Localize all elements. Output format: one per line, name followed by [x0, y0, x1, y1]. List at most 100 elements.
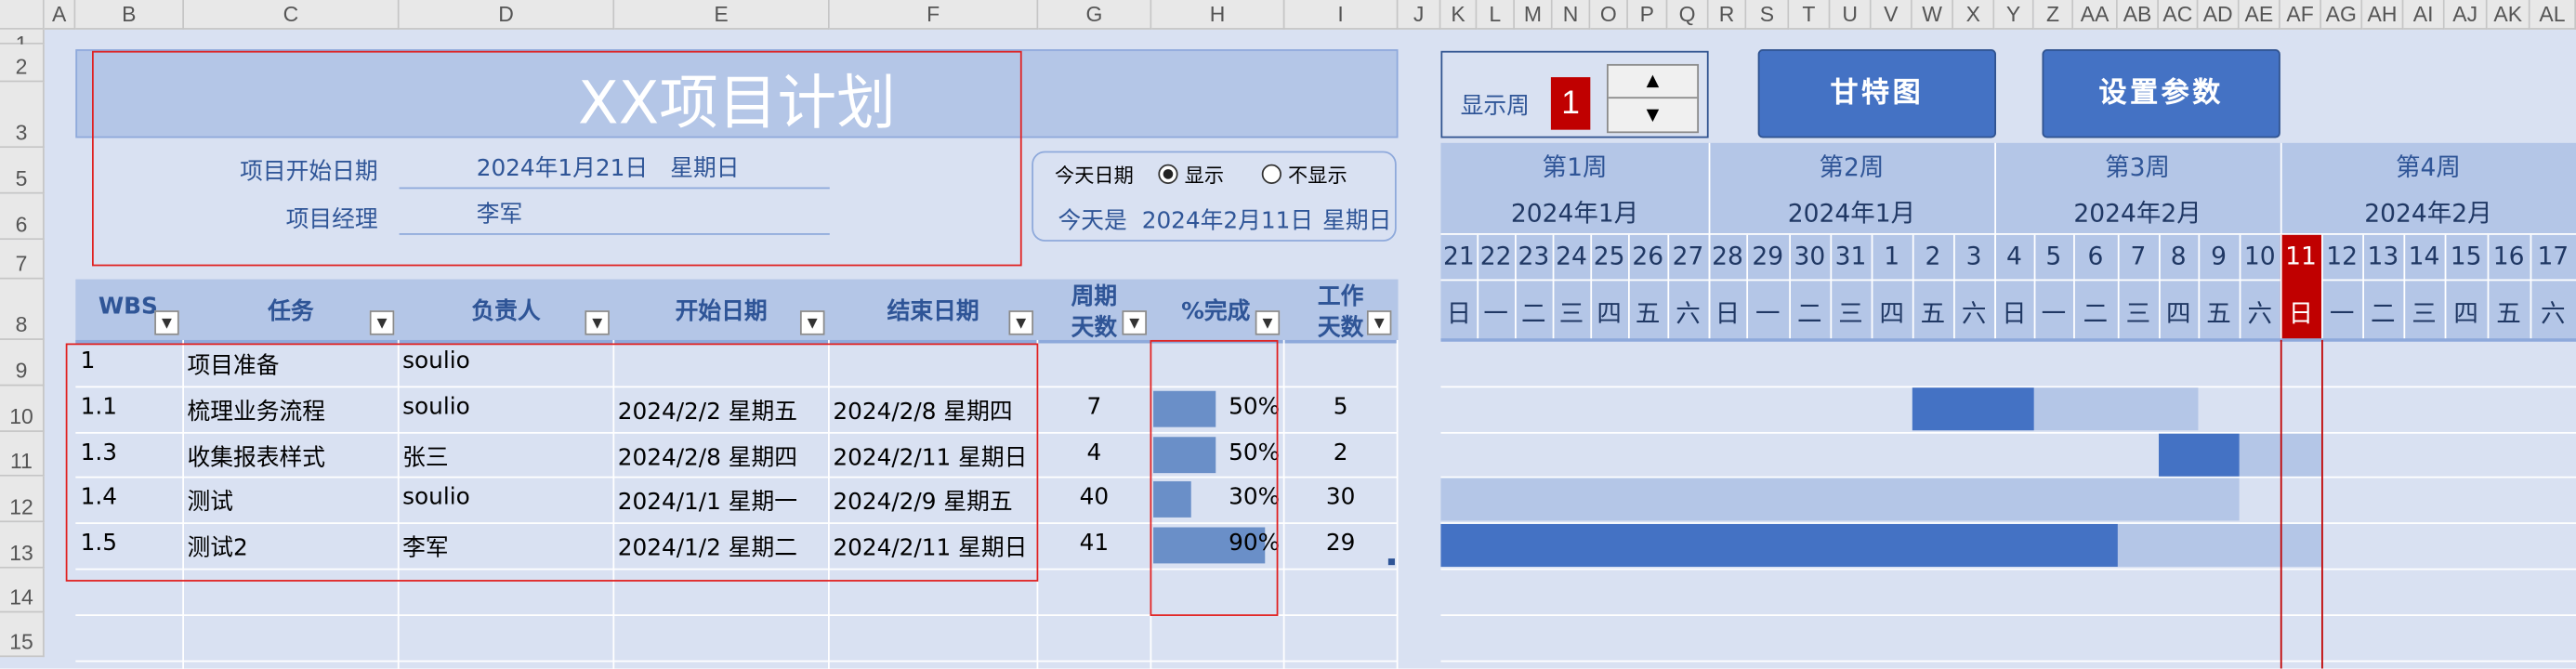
column-header[interactable]: D: [399, 0, 615, 30]
day-separator: [2073, 234, 2075, 340]
day-separator: [1871, 234, 1873, 340]
row-header[interactable]: 10: [0, 386, 45, 432]
column-header[interactable]: S: [1746, 0, 1790, 30]
row-header[interactable]: 2: [0, 44, 45, 83]
column-header[interactable]: AJ: [2444, 0, 2488, 30]
today-label: 今天日期: [1054, 164, 1134, 188]
radio-show[interactable]: [1158, 164, 1178, 185]
filter-owner-icon[interactable]: ▼: [585, 310, 610, 335]
day-separator: [2280, 234, 2282, 340]
cell-period[interactable]: 7: [1038, 394, 1150, 420]
column-header[interactable]: AD: [2198, 0, 2240, 30]
row-header[interactable]: 14: [0, 568, 45, 613]
column-header[interactable]: M: [1515, 0, 1553, 30]
cell-work[interactable]: 5: [1284, 394, 1396, 420]
column-header[interactable]: AB: [2117, 0, 2160, 30]
filter-start-icon[interactable]: ▼: [799, 310, 825, 335]
gantt-plan-bar[interactable]: [1440, 478, 2240, 521]
day-number: 28: [1712, 241, 1743, 271]
header-task: 任务: [268, 298, 314, 326]
cell-work[interactable]: 30: [1284, 485, 1396, 511]
spin-up-icon[interactable]: ▲: [1608, 66, 1698, 99]
column-header[interactable]: Q: [1667, 0, 1709, 30]
column-header[interactable]: V: [1871, 0, 1912, 30]
cell-work[interactable]: 2: [1284, 440, 1396, 466]
column-header[interactable]: O: [1590, 0, 1628, 30]
settings-button[interactable]: 设置参数: [2042, 49, 2280, 138]
column-header[interactable]: U: [1830, 0, 1872, 30]
column-header[interactable]: AC: [2159, 0, 2199, 30]
filter-end-icon[interactable]: ▼: [1008, 310, 1034, 335]
column-header[interactable]: K: [1440, 0, 1478, 30]
day-weekday: 四: [1597, 298, 1622, 329]
day-weekday: 六: [2541, 298, 2566, 329]
column-header[interactable]: F: [829, 0, 1039, 30]
row-header[interactable]: 11: [0, 431, 45, 477]
row-header[interactable]: 8: [0, 279, 45, 340]
day-weekday: 三: [1558, 298, 1584, 329]
row-header[interactable]: 1: [0, 29, 45, 56]
column-header[interactable]: N: [1552, 0, 1591, 30]
column-header[interactable]: AI: [2403, 0, 2445, 30]
column-header[interactable]: J: [1398, 0, 1441, 30]
filter-period-icon[interactable]: ▼: [1122, 310, 1147, 335]
radio-hide-label[interactable]: 不显示: [1288, 161, 1347, 189]
column-header[interactable]: AA: [2073, 0, 2118, 30]
column-header[interactable]: P: [1627, 0, 1668, 30]
day-number: 14: [2408, 241, 2440, 271]
filter-wbs-icon[interactable]: ▼: [154, 310, 179, 335]
cell-period[interactable]: 40: [1038, 485, 1150, 511]
row-header[interactable]: 15: [0, 612, 45, 658]
gantt-done-bar[interactable]: [1912, 387, 2034, 431]
week-spinner[interactable]: ▲ ▼: [1607, 63, 1700, 134]
row-header[interactable]: 13: [0, 522, 45, 569]
gantt-button[interactable]: 甘特图: [1757, 49, 1996, 138]
radio-show-label[interactable]: 显示: [1185, 161, 1224, 189]
column-header[interactable]: AH: [2362, 0, 2404, 30]
radio-dot: [1163, 169, 1174, 179]
day-number: 22: [1479, 241, 1512, 271]
column-header[interactable]: Z: [2033, 0, 2074, 30]
column-header[interactable]: AE: [2239, 0, 2280, 30]
column-header[interactable]: A: [44, 0, 76, 30]
select-all-corner[interactable]: [0, 0, 45, 30]
column-header[interactable]: E: [614, 0, 830, 30]
day-weekday: 六: [1676, 298, 1701, 329]
column-header[interactable]: AL: [2530, 0, 2576, 30]
column-header[interactable]: C: [184, 0, 400, 30]
column-header[interactable]: AG: [2321, 0, 2363, 30]
column-header[interactable]: AK: [2487, 0, 2530, 30]
column-header[interactable]: G: [1038, 0, 1152, 30]
table-resize-handle[interactable]: [1387, 558, 1395, 566]
column-header[interactable]: X: [1953, 0, 1995, 30]
cell-period[interactable]: 4: [1038, 440, 1150, 466]
week-month: 2024年1月: [1510, 198, 1639, 229]
gantt-done-bar[interactable]: [2159, 433, 2240, 477]
row-header[interactable]: 3: [0, 82, 45, 149]
radio-hide[interactable]: [1261, 164, 1281, 185]
row-header[interactable]: 5: [0, 148, 45, 194]
gantt-done-bar[interactable]: [1440, 523, 2118, 567]
column-header[interactable]: H: [1151, 0, 1285, 30]
filter-pct-icon[interactable]: ▼: [1255, 310, 1281, 335]
column-header[interactable]: Y: [1994, 0, 2034, 30]
filter-work-icon[interactable]: ▼: [1366, 310, 1392, 335]
column-header[interactable]: W: [1912, 0, 1954, 30]
row-header[interactable]: 9: [0, 339, 45, 387]
filter-task-icon[interactable]: ▼: [369, 310, 395, 335]
cell-work[interactable]: 29: [1284, 531, 1396, 557]
day-weekday: 一: [2041, 298, 2067, 329]
row-header[interactable]: 12: [0, 476, 45, 523]
column-header[interactable]: AF: [2280, 0, 2322, 30]
day-separator: [1912, 234, 1914, 340]
column-header[interactable]: T: [1789, 0, 1831, 30]
row-header[interactable]: 7: [0, 240, 45, 280]
column-header[interactable]: R: [1708, 0, 1747, 30]
column-header[interactable]: L: [1477, 0, 1516, 30]
column-header[interactable]: I: [1284, 0, 1399, 30]
column-header[interactable]: B: [75, 0, 185, 30]
cell-period[interactable]: 41: [1038, 531, 1150, 557]
spin-down-icon[interactable]: ▼: [1609, 100, 1697, 133]
day-weekday: 日: [1715, 298, 1741, 329]
row-header[interactable]: 6: [0, 193, 45, 241]
